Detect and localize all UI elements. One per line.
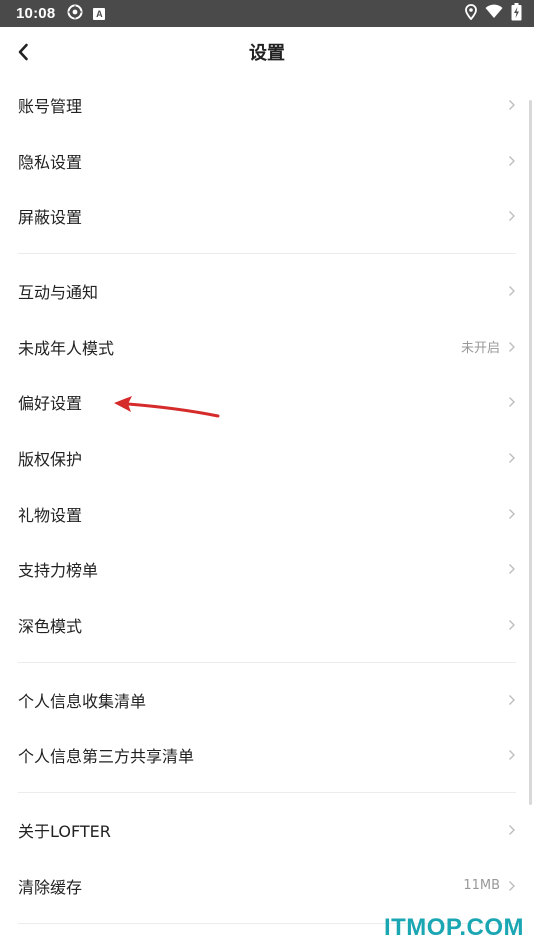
battery-charging-icon (511, 2, 522, 25)
status-left-icons: A (67, 4, 106, 24)
settings-item-clear-cache[interactable]: 清除缓存 11MB (0, 858, 534, 914)
chevron-right-icon (509, 285, 515, 296)
settings-item-label: 个人信息第三方共享清单 (18, 747, 195, 767)
group-divider (18, 661, 516, 663)
settings-item-minor-mode[interactable]: 未成年人模式 未开启 (0, 319, 534, 375)
settings-item-right (508, 155, 516, 167)
chevron-right-icon (509, 99, 515, 110)
settings-item-preferences[interactable]: 偏好设置 (0, 374, 534, 430)
settings-item-third-party-sharing[interactable]: 个人信息第三方共享清单 (0, 728, 534, 784)
settings-item-label: 个人信息收集清单 (18, 691, 147, 711)
settings-item-copyright[interactable]: 版权保护 (0, 430, 534, 486)
settings-item-right (508, 99, 516, 111)
minor-mode-status: 未开启 (460, 341, 500, 357)
chevron-right-icon (509, 694, 515, 705)
location-icon (465, 3, 477, 24)
settings-item-info-collection[interactable]: 个人信息收集清单 (0, 672, 534, 728)
status-bar: 10:08 A (0, 0, 534, 27)
settings-item-account[interactable]: 账号管理 (0, 77, 534, 133)
settings-item-label: 屏蔽设置 (18, 208, 83, 228)
settings-item-label: 隐私设置 (18, 152, 83, 172)
chevron-right-icon (509, 508, 515, 519)
settings-item-label: 深色模式 (18, 617, 83, 637)
settings-item-label: 支持力榜单 (18, 561, 99, 581)
settings-item-right (508, 563, 516, 575)
settings-item-right: 未开启 (461, 337, 516, 356)
settings-item-block[interactable]: 屏蔽设置 (0, 188, 534, 244)
page-title: 设置 (249, 43, 285, 64)
wifi-icon (485, 4, 503, 23)
settings-item-right (508, 396, 516, 408)
settings-item-label: 偏好设置 (18, 394, 83, 414)
status-right-icons (465, 2, 522, 25)
settings-item-gifts[interactable]: 礼物设置 (0, 486, 534, 542)
sync-icon (67, 4, 83, 24)
group-divider (18, 253, 516, 255)
chevron-right-icon (509, 750, 515, 761)
settings-item-label: 互动与通知 (18, 282, 99, 302)
settings-screen: 10:08 A 设置 账号管理 隐私设置 屏蔽设置 互动与通知 未成年人模式 未… (0, 0, 534, 950)
settings-item-notifications[interactable]: 互动与通知 (0, 263, 534, 319)
cache-size: 11MB (463, 878, 500, 894)
settings-list: 账号管理 隐私设置 屏蔽设置 互动与通知 未成年人模式 未开启 偏好设置 版权保… (0, 77, 534, 933)
settings-item-label: 关于LOFTER (18, 822, 111, 842)
status-time: 10:08 (16, 5, 56, 22)
chevron-right-icon (509, 564, 515, 575)
back-button[interactable] (10, 39, 36, 65)
settings-item-support-ranking[interactable]: 支持力榜单 (0, 542, 534, 598)
settings-item-right (508, 285, 516, 297)
settings-item-right (508, 749, 516, 761)
settings-item-right (508, 508, 516, 520)
chevron-right-icon (509, 452, 515, 463)
settings-item-right: 11MB (463, 878, 516, 893)
settings-item-right (508, 619, 516, 631)
settings-item-label: 版权保护 (18, 449, 83, 469)
chevron-left-icon (18, 43, 28, 61)
settings-item-privacy[interactable]: 隐私设置 (0, 133, 534, 189)
watermark: ITMOP.COM (383, 914, 524, 941)
chevron-right-icon (509, 211, 515, 222)
chevron-right-icon (509, 825, 515, 836)
settings-item-label: 清除缓存 (18, 877, 83, 897)
chevron-right-icon (509, 341, 515, 352)
chevron-right-icon (509, 880, 515, 891)
nav-bar: 设置 (0, 27, 534, 77)
settings-item-about[interactable]: 关于LOFTER (0, 802, 534, 858)
settings-item-right (508, 694, 516, 706)
group-divider (18, 792, 516, 794)
a-box-icon: A (93, 7, 106, 20)
settings-item-label: 账号管理 (18, 96, 83, 116)
settings-item-right (508, 824, 516, 836)
chevron-right-icon (509, 397, 515, 408)
settings-item-dark-mode[interactable]: 深色模式 (0, 597, 534, 653)
chevron-right-icon (509, 620, 515, 631)
settings-item-label: 未成年人模式 (18, 338, 115, 358)
settings-item-right (508, 210, 516, 222)
settings-item-right (508, 452, 516, 464)
scrollbar[interactable] (529, 100, 532, 805)
annotation-arrow-icon (114, 396, 220, 418)
settings-item-label: 礼物设置 (18, 505, 83, 525)
chevron-right-icon (509, 155, 515, 166)
